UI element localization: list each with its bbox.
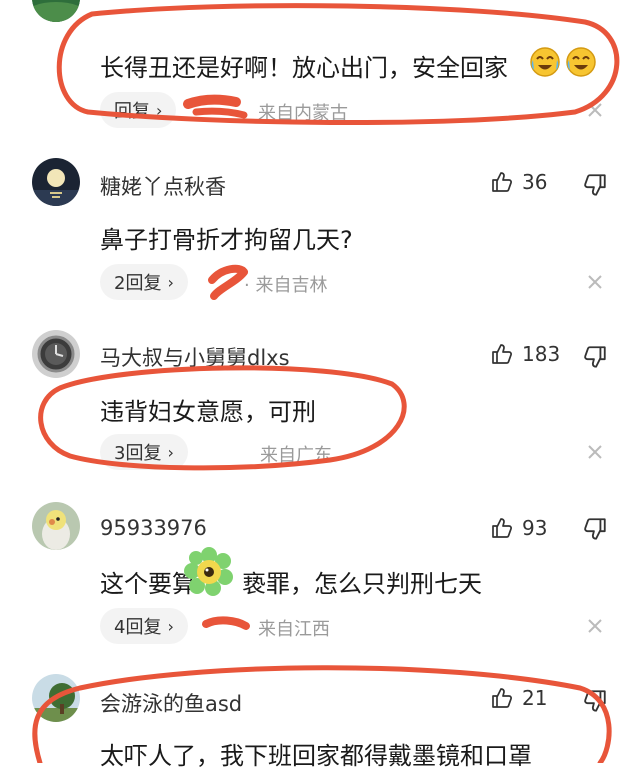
avatar[interactable] — [32, 0, 80, 22]
thumbs-up-icon — [492, 518, 512, 538]
comment-item: 长得丑还是好啊！放心出门，安全回家 回复 › 来自内蒙古 — [0, 0, 640, 140]
comment-location: 来自广东 — [260, 445, 332, 466]
reply-label: 3回复 — [114, 443, 162, 464]
watch-avatar-icon — [32, 330, 80, 378]
crying-laughing-emoji-icon — [530, 47, 560, 77]
crying-laughing-emoji-icon — [566, 47, 596, 77]
reply-button[interactable]: 4回复 › — [100, 608, 188, 644]
thumbs-down-icon[interactable] — [582, 344, 608, 370]
comment-location: · 来自吉林 — [244, 275, 328, 296]
avatar[interactable] — [32, 330, 80, 378]
thumbs-down-icon[interactable] — [582, 516, 608, 542]
like-button[interactable]: 36 — [490, 170, 547, 194]
comment-author[interactable]: 糖姥丫点秋香 — [100, 171, 226, 201]
reply-button[interactable]: 2回复 › — [100, 264, 188, 300]
like-button[interactable]: 183 — [490, 342, 560, 366]
bird-avatar-icon — [32, 502, 80, 550]
reply-label: 回复 — [114, 101, 150, 122]
reply-button[interactable]: 3回复 › — [100, 434, 188, 470]
comment-text: 长得丑还是好啊！放心出门，安全回家 — [100, 54, 508, 82]
close-icon[interactable] — [584, 615, 606, 637]
comment-text-part: 亵罪，怎么只判刑七天 — [242, 570, 482, 598]
thumbs-up-icon — [492, 688, 512, 708]
comment-item: 95933976 93 这个要算 亵罪，怎么只判刑七天 4回复 › 来自江西 — [0, 492, 640, 662]
flower-sticker-icon — [184, 547, 233, 596]
chevron-right-icon: › — [167, 272, 174, 292]
reply-button[interactable]: 回复 › — [100, 92, 177, 128]
like-button[interactable]: 21 — [490, 686, 547, 710]
comment-item: 糖姥丫点秋香 36 鼻子打骨折才拘留几天? 2回复 › · 来自吉林 — [0, 150, 640, 320]
close-icon[interactable] — [584, 99, 606, 121]
comment-list: 长得丑还是好啊！放心出门，安全回家 回复 › 来自内蒙古 糖姥丫点秋香 36 鼻… — [0, 0, 640, 770]
avatar[interactable] — [32, 158, 80, 206]
like-count: 183 — [522, 342, 561, 366]
thumbs-down-icon[interactable] — [582, 172, 608, 198]
landscape-avatar-icon — [32, 0, 80, 22]
comment-item: 马大叔与小舅舅dlxs 183 违背妇女意愿，可刑 3回复 › 来自广东 — [0, 320, 640, 490]
comment-text-part: 这个要算 — [100, 570, 196, 598]
comment-text: 鼻子打骨折才拘留几天? — [100, 226, 353, 254]
chevron-right-icon: › — [167, 616, 174, 636]
chevron-right-icon: › — [167, 442, 174, 462]
comment-author[interactable]: 95933976 — [100, 516, 207, 540]
comment-text: 这个要算 亵罪，怎么只判刑七天 — [100, 564, 482, 599]
like-count: 36 — [522, 170, 548, 194]
comment-author[interactable]: 马大叔与小舅舅dlxs — [100, 342, 290, 372]
comment-author[interactable]: 会游泳的鱼asd — [100, 688, 242, 718]
tree-avatar-icon — [32, 674, 80, 722]
comment-location: 来自内蒙古 — [258, 103, 348, 124]
thumbs-down-icon[interactable] — [582, 688, 608, 714]
avatar[interactable] — [32, 674, 80, 722]
thumbs-up-icon — [492, 172, 512, 192]
like-button[interactable]: 93 — [490, 516, 547, 540]
comment-location: 来自江西 — [258, 619, 330, 640]
avatar[interactable] — [32, 502, 80, 550]
close-icon[interactable] — [584, 271, 606, 293]
thumbs-up-icon — [492, 344, 512, 364]
moon-avatar-icon — [32, 158, 80, 206]
close-icon[interactable] — [584, 441, 606, 463]
like-count: 93 — [522, 516, 548, 540]
reply-label: 4回复 — [114, 617, 162, 638]
comment-item: 会游泳的鱼asd 21 太吓人了，我下班回家都得戴墨镜和口罩 — [0, 664, 640, 770]
comment-text: 违背妇女意愿，可刑 — [100, 398, 316, 426]
like-count: 21 — [522, 686, 548, 710]
chevron-right-icon: › — [156, 100, 163, 120]
comment-text: 太吓人了，我下班回家都得戴墨镜和口罩 — [100, 742, 532, 770]
reply-label: 2回复 — [114, 273, 162, 294]
